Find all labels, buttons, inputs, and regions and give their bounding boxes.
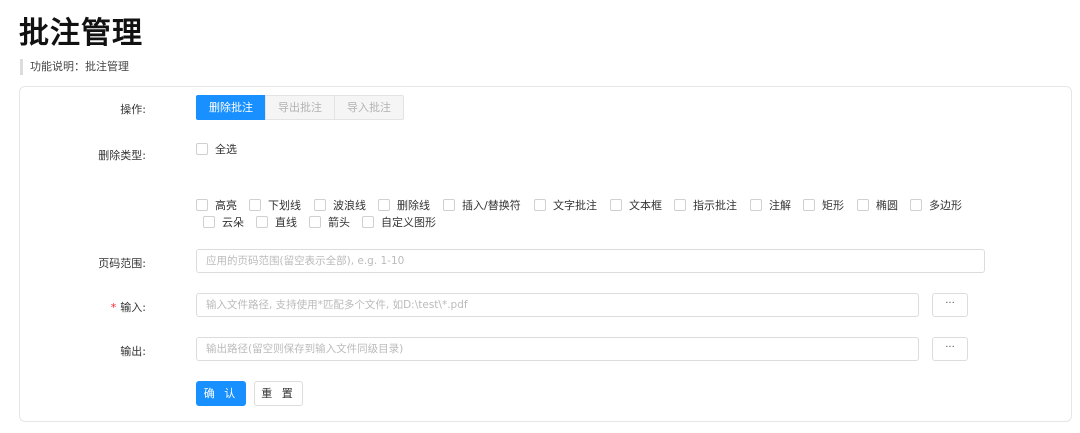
checkbox-label: 全选 — [215, 143, 237, 156]
checkbox-arrow[interactable]: 箭头 — [309, 214, 350, 230]
checkbox-highlight[interactable]: 高亮 — [196, 197, 237, 213]
checkbox-squiggly[interactable]: 波浪线 — [314, 197, 366, 213]
checkbox-label: 矩形 — [822, 199, 844, 212]
output-path-field[interactable]: 输出路径(留空则保存到输入文件同级目录) — [196, 337, 919, 361]
checkbox-label: 多边形 — [929, 199, 962, 212]
form-card: 操作: 删除批注 导出批注 导入批注 删除类型: 全选 高亮 下划线 波浪线 删… — [19, 86, 1072, 422]
checkbox-label: 插入/替换符 — [462, 199, 521, 212]
page-description: 功能说明：批注管理 — [20, 59, 129, 75]
page-title: 批注管理 — [19, 16, 143, 51]
delete-type-label: 删除类型: — [98, 149, 146, 162]
checkbox-label: 指示批注 — [693, 199, 737, 212]
checkbox-note[interactable]: 注解 — [750, 197, 791, 213]
checkbox-label: 波浪线 — [333, 199, 366, 212]
checkbox-label: 删除线 — [397, 199, 430, 212]
checkbox-rectangle[interactable]: 矩形 — [803, 197, 844, 213]
checkbox-cloud[interactable]: 云朵 — [203, 214, 244, 230]
checkbox-box[interactable] — [196, 199, 208, 211]
checkbox-box[interactable] — [750, 199, 762, 211]
operation-label: 操作: — [120, 103, 146, 116]
checkbox-label: 椭圆 — [876, 199, 898, 212]
page-range-label: 页码范围: — [98, 257, 146, 270]
checkbox-text-annotation[interactable]: 文字批注 — [534, 197, 597, 213]
checkbox-box[interactable] — [674, 199, 686, 211]
required-mark: * — [110, 301, 117, 314]
import-annotations-button[interactable]: 导入批注 — [334, 95, 404, 120]
checkbox-label: 文本框 — [629, 199, 662, 212]
export-annotations-button[interactable]: 导出批注 — [265, 95, 335, 120]
checkbox-label: 直线 — [275, 216, 297, 229]
checkbox-box[interactable] — [362, 216, 374, 228]
checkbox-box[interactable] — [249, 199, 261, 211]
output-browse-button[interactable]: ··· — [932, 337, 968, 361]
checkbox-box[interactable] — [610, 199, 622, 211]
checkbox-box[interactable] — [203, 216, 215, 228]
checkbox-box[interactable] — [534, 199, 546, 211]
checkbox-textbox[interactable]: 文本框 — [610, 197, 662, 213]
page-range-input[interactable]: 应用的页码范围(留空表示全部), e.g. 1-10 — [196, 249, 985, 273]
checkbox-box[interactable] — [309, 216, 321, 228]
checkbox-custom-shape[interactable]: 自定义图形 — [362, 214, 436, 230]
checkbox-label: 注解 — [769, 199, 791, 212]
checkbox-label: 自定义图形 — [381, 216, 436, 229]
reset-button[interactable]: 重 置 — [254, 381, 303, 406]
checkbox-underline[interactable]: 下划线 — [249, 197, 301, 213]
operation-button-group: 删除批注 导出批注 导入批注 — [196, 95, 404, 120]
checkbox-label: 文字批注 — [553, 199, 597, 212]
checkbox-label: 高亮 — [215, 199, 237, 212]
checkbox-label: 云朵 — [222, 216, 244, 229]
checkbox-box[interactable] — [314, 199, 326, 211]
output-label: 输出: — [120, 345, 146, 358]
checkbox-polygon[interactable]: 多边形 — [910, 197, 962, 213]
checkbox-box[interactable] — [803, 199, 815, 211]
input-browse-button[interactable]: ··· — [932, 293, 968, 317]
input-label-text: 输入: — [120, 301, 146, 314]
checkbox-callout[interactable]: 指示批注 — [674, 197, 737, 213]
checkbox-box[interactable] — [443, 199, 455, 211]
checkbox-box[interactable] — [196, 143, 208, 155]
checkbox-box[interactable] — [857, 199, 869, 211]
checkbox-box[interactable] — [256, 216, 268, 228]
select-all-checkbox[interactable]: 全选 — [196, 141, 237, 157]
input-path-field[interactable]: 输入文件路径, 支持使用*匹配多个文件, 如D:\test\*.pdf — [196, 293, 919, 317]
checkbox-box[interactable] — [378, 199, 390, 211]
checkbox-label: 下划线 — [268, 199, 301, 212]
checkbox-label: 箭头 — [328, 216, 350, 229]
checkbox-strikeout[interactable]: 删除线 — [378, 197, 430, 213]
checkbox-line[interactable]: 直线 — [256, 214, 297, 230]
checkbox-caret[interactable]: 插入/替换符 — [443, 197, 521, 213]
checkbox-ellipse[interactable]: 椭圆 — [857, 197, 898, 213]
delete-annotations-button[interactable]: 删除批注 — [196, 95, 266, 120]
confirm-button[interactable]: 确 认 — [196, 381, 246, 406]
input-label: * 输入: — [20, 299, 146, 315]
checkbox-box[interactable] — [910, 199, 922, 211]
